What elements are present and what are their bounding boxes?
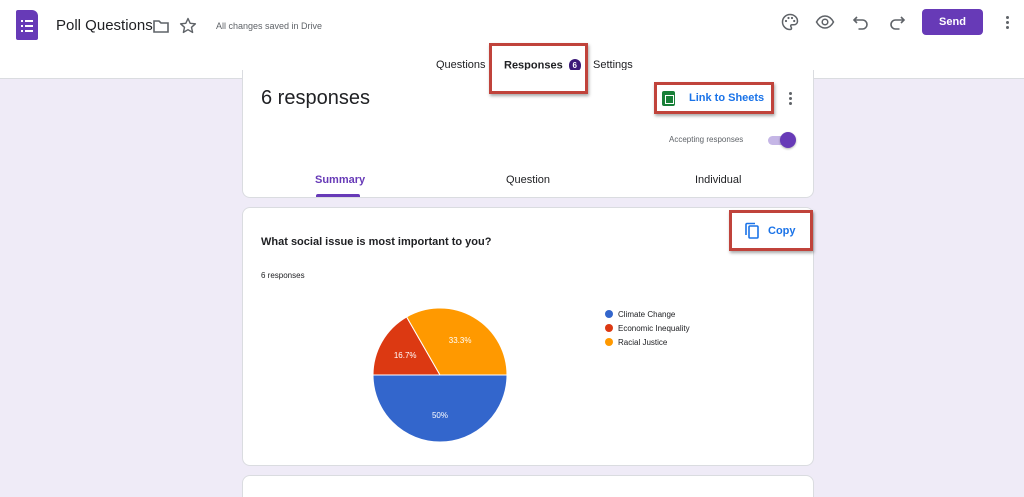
pie-slice-label: 16.7% [394, 351, 417, 360]
pie-chart: 50% 16.7% 33.3% [372, 307, 508, 443]
active-subtab-indicator [316, 194, 360, 197]
undo-icon[interactable] [851, 12, 871, 32]
pie-slice-climate-change[interactable] [372, 374, 508, 443]
form-title[interactable]: Poll Questions [56, 17, 153, 34]
toggle-thumb[interactable] [780, 132, 796, 148]
save-status: All changes saved in Drive [216, 21, 323, 31]
more-options-icon[interactable] [1006, 16, 1010, 31]
legend-label: Climate Change [618, 309, 676, 319]
send-button[interactable]: Send [922, 9, 983, 35]
redo-icon[interactable] [887, 12, 907, 32]
question-responses-count: 6 responses [261, 271, 305, 280]
legend-swatch [605, 338, 613, 346]
legend-item: Climate Change [605, 307, 690, 321]
folder-icon[interactable] [151, 16, 171, 36]
link-to-sheets-highlight [654, 82, 774, 114]
legend-item: Racial Justice [605, 335, 690, 349]
question-title: What social issue is most important to y… [261, 236, 492, 248]
forms-logo-icon[interactable] [16, 10, 38, 40]
pie-slice-label: 33.3% [449, 336, 472, 345]
chart-legend: Climate Change Economic Inequality Racia… [605, 307, 690, 349]
legend-label: Racial Justice [618, 337, 668, 347]
card-more-options-icon[interactable] [789, 92, 793, 107]
pie-slice-label: 50% [432, 411, 448, 420]
legend-label: Economic Inequality [618, 323, 690, 333]
responses-tab-highlight [489, 43, 588, 94]
preview-eye-icon[interactable] [815, 12, 835, 32]
copy-highlight [729, 210, 813, 251]
legend-swatch [605, 324, 613, 332]
subtab-individual[interactable]: Individual [695, 174, 741, 186]
legend-item: Economic Inequality [605, 321, 690, 335]
next-question-card [242, 475, 814, 497]
accepting-responses-label: Accepting responses [669, 135, 744, 144]
legend-swatch [605, 310, 613, 318]
palette-icon[interactable] [780, 12, 800, 32]
responses-heading: 6 responses [261, 87, 370, 109]
subtab-question[interactable]: Question [506, 174, 550, 186]
subtab-summary[interactable]: Summary [315, 174, 365, 186]
star-icon[interactable] [178, 16, 198, 36]
